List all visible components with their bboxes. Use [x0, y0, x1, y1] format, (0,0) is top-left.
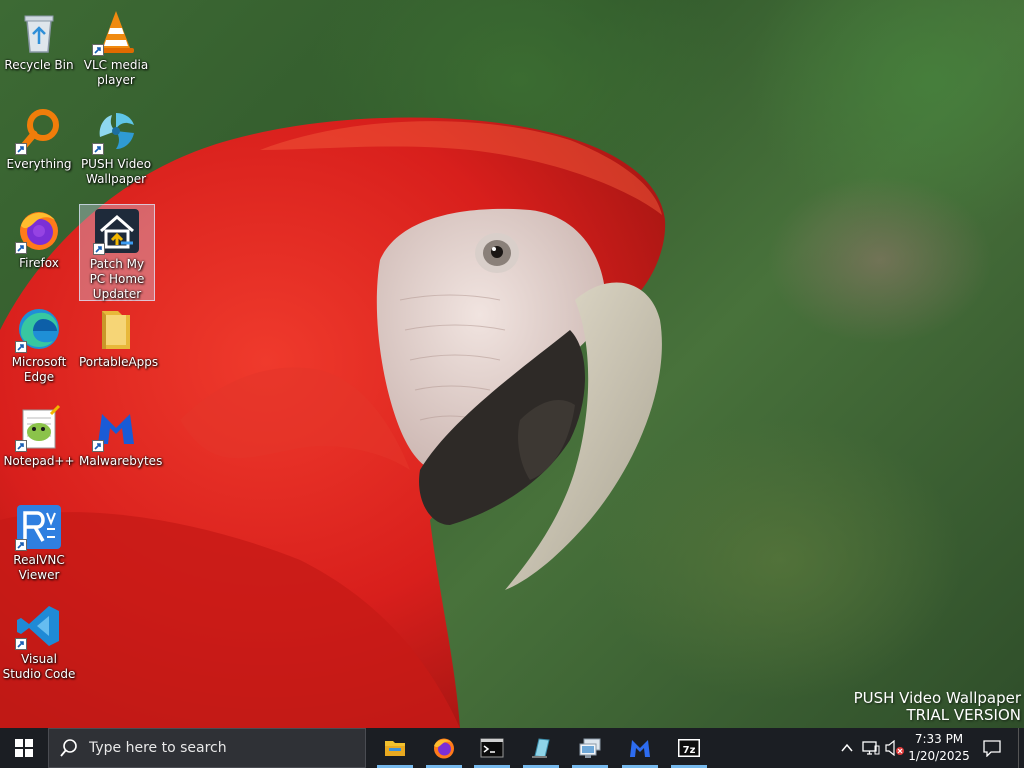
file-explorer-icon	[385, 741, 405, 756]
push-video-wallpaper-icon	[92, 107, 140, 155]
taskbar-app-glass[interactable]	[521, 728, 561, 768]
watermark-line-trial: TRIAL VERSION	[906, 706, 1021, 724]
tray-volume-button[interactable]	[885, 738, 905, 758]
watermark-line-product: PUSH Video Wallpaper	[853, 689, 1021, 707]
realvnc-icon	[15, 503, 63, 551]
remote-desktop-icon	[579, 738, 601, 758]
glass-app-icon	[532, 738, 550, 758]
desktop-icon-push-video-wallpaper[interactable]: PUSH Video Wallpaper	[78, 105, 154, 187]
desktop-icon-vlc[interactable]: VLC media player	[78, 6, 154, 88]
seven-zip-icon: 7z	[678, 739, 700, 757]
desktop-icon-firefox[interactable]: Firefox	[1, 204, 77, 271]
desktop-icon-notepad-plus-plus[interactable]: Notepad++	[1, 402, 77, 469]
show-desktop-button[interactable]	[1018, 728, 1024, 768]
desktop-icon-label: Patch My PC Home Updater	[89, 257, 145, 301]
vscode-icon	[15, 602, 63, 650]
desktop-icon-label: Firefox	[19, 256, 59, 270]
windows-logo-icon	[15, 739, 33, 757]
patch-my-pc-icon	[93, 207, 141, 255]
desktop-icon-label: Everything	[6, 157, 72, 171]
malwarebytes-icon	[630, 740, 650, 757]
taskbar-app-command-prompt[interactable]	[472, 728, 512, 768]
desktop-icon-label: Malwarebytes	[79, 454, 163, 468]
taskbar-app-firefox[interactable]	[424, 728, 464, 768]
taskbar: 7z 7:33 PM 1/20/2025	[0, 728, 1024, 768]
malwarebytes-icon	[92, 404, 140, 452]
shortcut-arrow-icon	[93, 243, 105, 255]
tray-overflow-button[interactable]	[837, 738, 857, 758]
search-input[interactable]	[87, 739, 351, 757]
desktop-icon-recycle-bin[interactable]: Recycle Bin	[1, 6, 77, 73]
desktop-icon-edge[interactable]: Microsoft Edge	[1, 303, 77, 385]
firefox-icon	[434, 738, 454, 759]
taskbar-app-7zip[interactable]: 7z	[669, 728, 709, 768]
edge-icon	[15, 305, 63, 353]
desktop-icon-vscode[interactable]: Visual Studio Code	[1, 600, 77, 682]
desktop-icon-label: VLC media player	[83, 58, 149, 87]
chevron-up-icon	[841, 743, 853, 752]
desktop-icon-everything[interactable]: Everything	[1, 105, 77, 172]
shortcut-arrow-icon	[92, 44, 104, 56]
network-icon	[862, 741, 880, 755]
shortcut-arrow-icon	[15, 539, 27, 551]
shortcut-arrow-icon	[15, 341, 27, 353]
desktop-icon-patch-my-pc[interactable]: Patch My PC Home Updater	[79, 204, 155, 301]
search-icon	[60, 739, 77, 757]
taskbar-app-malwarebytes[interactable]	[620, 728, 660, 768]
shortcut-arrow-icon	[15, 242, 27, 254]
desktop-icon-label: Recycle Bin	[4, 58, 74, 72]
svg-text:7z: 7z	[683, 745, 696, 756]
taskbar-clock[interactable]: 7:33 PM 1/20/2025	[908, 731, 970, 765]
recycle-bin-icon	[15, 8, 63, 56]
taskbar-app-remote-desktop[interactable]	[570, 728, 610, 768]
trial-watermark: PUSH Video Wallpaper TRIAL VERSION	[854, 690, 1021, 724]
start-button[interactable]	[0, 728, 48, 768]
desktop-icon-label: Visual Studio Code	[2, 652, 76, 681]
desktop-icon-portableapps[interactable]: PortableApps	[78, 303, 159, 370]
clock-time: 7:33 PM	[914, 732, 964, 746]
desktop-icon-realvnc[interactable]: RealVNC Viewer	[1, 501, 77, 583]
vlc-icon	[92, 8, 140, 56]
shortcut-arrow-icon	[15, 440, 27, 452]
search-box[interactable]	[48, 728, 366, 768]
desktop-icon-malwarebytes[interactable]: Malwarebytes	[78, 402, 163, 469]
taskbar-app-file-explorer[interactable]	[375, 728, 415, 768]
desktop-icon-label: RealVNC Viewer	[13, 553, 65, 582]
clock-date: 1/20/2025	[908, 749, 970, 763]
tray-network-button[interactable]	[861, 738, 881, 758]
notification-center-button[interactable]	[978, 728, 1006, 768]
firefox-icon	[15, 206, 63, 254]
desktop-icon-label: Microsoft Edge	[11, 355, 67, 384]
everything-search-icon	[15, 107, 63, 155]
desktop-icon-label: PortableApps	[79, 355, 159, 369]
volume-muted-icon	[885, 740, 904, 756]
folder-icon	[92, 305, 140, 353]
notepad-plus-plus-icon	[15, 404, 63, 452]
desktop-icon-label: Notepad++	[3, 454, 75, 468]
shortcut-arrow-icon	[15, 143, 27, 155]
command-prompt-icon	[480, 738, 504, 758]
shortcut-arrow-icon	[15, 638, 27, 650]
notification-icon	[983, 740, 1001, 757]
shortcut-arrow-icon	[92, 440, 104, 452]
desktop-icon-label: PUSH Video Wallpaper	[80, 157, 152, 186]
shortcut-arrow-icon	[92, 143, 104, 155]
